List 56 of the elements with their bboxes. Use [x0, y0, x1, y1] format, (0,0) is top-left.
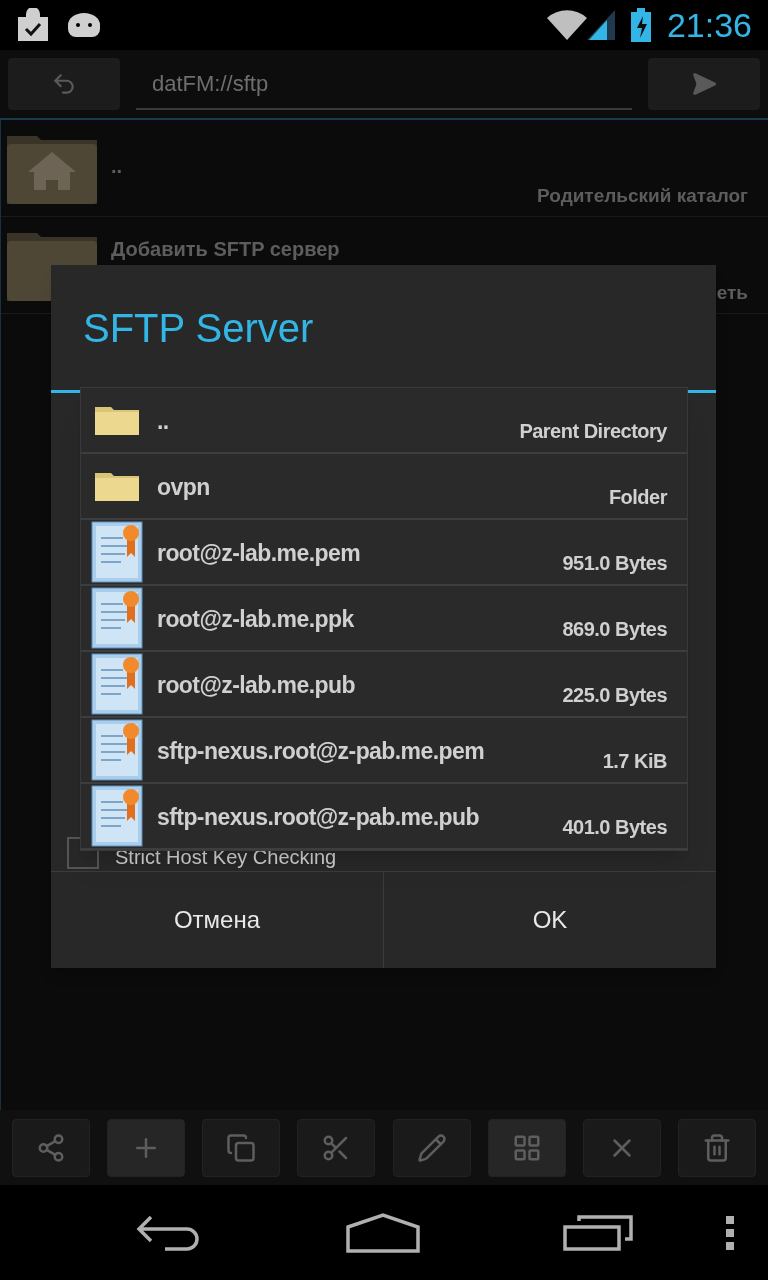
item-name: Добавить SFTP сервер	[111, 239, 340, 259]
dialog-button[interactable]: OK	[383, 872, 716, 968]
copy-button[interactable]	[202, 1118, 281, 1177]
checkbox-label: Strict Host Key Checking	[115, 847, 337, 869]
certificate-icon	[91, 719, 143, 781]
home-icon[interactable]	[346, 1212, 420, 1253]
cancel-button[interactable]	[582, 1118, 661, 1177]
file-detail: 225.0 Bytes	[562, 683, 667, 708]
certificate-icon	[91, 521, 143, 583]
item-detail: еть	[716, 280, 748, 305]
file-detail: Parent Directory	[519, 419, 667, 444]
clock: 21:36	[666, 8, 752, 42]
recent-apps-icon[interactable]	[562, 1214, 633, 1251]
file-row[interactable]: root@z-lab.me.pub 225.0 Bytes	[81, 652, 687, 718]
file-detail: 951.0 Bytes	[562, 551, 667, 576]
file-name: root@z-lab.me.ppk	[157, 605, 354, 634]
send-icon	[691, 71, 717, 97]
item-detail: Родительский каталог	[537, 183, 748, 208]
file-name: sftp-nexus.root@z-pab.me.pub	[157, 803, 479, 832]
copy-icon	[226, 1132, 257, 1163]
android-icon	[66, 11, 102, 39]
file-detail: 869.0 Bytes	[562, 617, 667, 642]
pencil-icon	[416, 1132, 447, 1163]
select-button[interactable]	[487, 1118, 566, 1177]
file-detail: 401.0 Bytes	[562, 815, 667, 840]
dialog-button[interactable]: Отмена	[51, 872, 383, 968]
signal-icon	[586, 10, 615, 40]
certificate-icon	[91, 785, 143, 847]
certificate-icon	[91, 653, 143, 715]
certificate-icon	[91, 587, 143, 649]
file-row[interactable]: sftp-nexus.root@z-pab.me.pub 401.0 Bytes	[81, 784, 687, 850]
file-detail: 1.7 KiB	[602, 749, 667, 774]
file-name: ovpn	[157, 473, 210, 502]
file-name: root@z-lab.me.pub	[157, 671, 355, 700]
share-button[interactable]	[12, 1118, 90, 1177]
go-button[interactable]	[648, 58, 760, 110]
delete-button[interactable]	[678, 1118, 756, 1177]
wifi-icon	[546, 10, 587, 40]
file-row[interactable]: sftp-nexus.root@z-pab.me.pem 1.7 KiB	[81, 718, 687, 784]
file-row[interactable]: ovpn Folder	[81, 454, 687, 520]
file-row[interactable]: .. Parent Directory	[81, 388, 687, 454]
shopping-bag-icon	[16, 8, 50, 42]
file-detail: Folder	[608, 485, 667, 510]
battery-charging-icon	[630, 8, 651, 42]
file-name: sftp-nexus.root@z-pab.me.pem	[157, 737, 485, 766]
file-name: ..	[157, 407, 169, 436]
cut-button[interactable]	[297, 1118, 376, 1177]
file-row[interactable]: root@z-lab.me.ppk 869.0 Bytes	[81, 586, 687, 652]
item-name: ..	[111, 156, 123, 176]
share-icon	[36, 1132, 66, 1163]
file-row[interactable]: root@z-lab.me.pem 951.0 Bytes	[81, 520, 687, 586]
rename-button[interactable]	[392, 1118, 471, 1177]
file-name: root@z-lab.me.pem	[157, 539, 361, 568]
undo-icon	[51, 71, 77, 97]
menu-icon[interactable]	[726, 1215, 734, 1250]
trash-icon	[702, 1132, 732, 1163]
